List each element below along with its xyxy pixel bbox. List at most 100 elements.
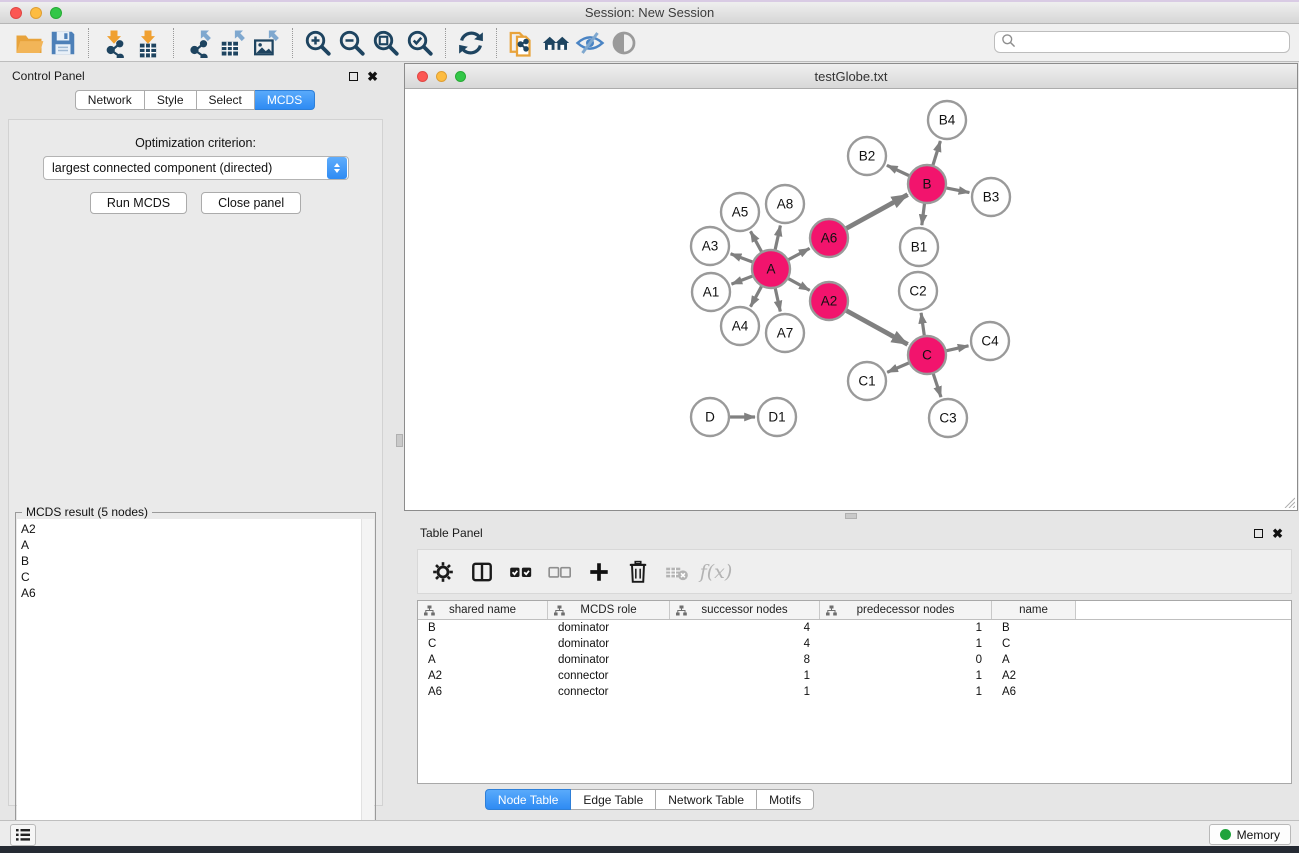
graph-node-D1[interactable]: D1: [758, 398, 796, 436]
tab-select[interactable]: Select: [197, 90, 255, 110]
graph-node-A5[interactable]: A5: [721, 193, 759, 231]
network-vertical-scroll-thumb[interactable]: [396, 434, 403, 447]
graph-node-A3[interactable]: A3: [691, 227, 729, 265]
save-session-icon[interactable]: [46, 27, 80, 59]
cell-shared-name[interactable]: A: [418, 654, 548, 666]
mcds-result-item[interactable]: A: [21, 537, 362, 553]
close-panel-icon[interactable]: ✖: [367, 72, 378, 81]
search-input[interactable]: [1016, 33, 1289, 51]
cell-predecessor-nodes[interactable]: 0: [820, 654, 992, 666]
task-list-button[interactable]: [10, 824, 36, 846]
graph-node-C2[interactable]: C2: [899, 272, 937, 310]
graph-node-A6[interactable]: A6: [810, 219, 848, 257]
hide-panels-icon[interactable]: [573, 27, 607, 59]
table-row[interactable]: Cdominator41C: [418, 636, 1291, 652]
cell-shared-name[interactable]: A6: [418, 686, 548, 698]
column-header-predecessor-nodes[interactable]: predecessor nodes: [820, 601, 992, 619]
export-image-icon[interactable]: [250, 27, 284, 59]
cell-successor-nodes[interactable]: 4: [670, 638, 820, 650]
graph-node-C4[interactable]: C4: [971, 322, 1009, 360]
copy-network-document-icon[interactable]: [505, 27, 539, 59]
mcds-result-item[interactable]: A6: [21, 585, 362, 601]
export-table-icon[interactable]: [216, 27, 250, 59]
tab-network[interactable]: Network: [75, 90, 145, 110]
cell-MCDS-role[interactable]: dominator: [548, 654, 670, 666]
home-network-icon[interactable]: [539, 27, 573, 59]
graph-node-C1[interactable]: C1: [848, 362, 886, 400]
mcds-result-item[interactable]: A2: [21, 521, 362, 537]
cell-MCDS-role[interactable]: dominator: [548, 622, 670, 634]
network-window-title-bar[interactable]: testGlobe.txt: [405, 64, 1297, 89]
tab-edge-table[interactable]: Edge Table: [571, 789, 656, 810]
search-box[interactable]: [994, 31, 1290, 53]
cell-name[interactable]: A6: [992, 686, 1076, 698]
network-horizontal-scroll-thumb[interactable]: [845, 513, 857, 519]
table-row[interactable]: Bdominator41B: [418, 620, 1291, 636]
zoom-fit-icon[interactable]: [369, 27, 403, 59]
cell-successor-nodes[interactable]: 8: [670, 654, 820, 666]
table-row[interactable]: Adominator80A: [418, 652, 1291, 668]
graph-node-A2[interactable]: A2: [810, 282, 848, 320]
cell-name[interactable]: A2: [992, 670, 1076, 682]
cell-MCDS-role[interactable]: dominator: [548, 638, 670, 650]
float-panel-icon[interactable]: [349, 72, 358, 81]
tab-motifs[interactable]: Motifs: [757, 789, 814, 810]
select-all-checkboxes-icon[interactable]: [506, 557, 536, 587]
add-column-icon[interactable]: [584, 557, 614, 587]
graph-node-B2[interactable]: B2: [848, 137, 886, 175]
column-header-successor-nodes[interactable]: successor nodes: [670, 601, 820, 619]
export-network-icon[interactable]: [182, 27, 216, 59]
refresh-icon[interactable]: [454, 27, 488, 59]
graph-node-B3[interactable]: B3: [972, 178, 1010, 216]
table-row[interactable]: A2connector11A2: [418, 668, 1291, 684]
cell-shared-name[interactable]: B: [418, 622, 548, 634]
graph-node-C[interactable]: C: [908, 336, 946, 374]
import-table-icon[interactable]: [131, 27, 165, 59]
cell-name[interactable]: A: [992, 654, 1076, 666]
open-folder-icon[interactable]: [12, 27, 46, 59]
column-header-MCDS-role[interactable]: MCDS role: [548, 601, 670, 619]
cell-predecessor-nodes[interactable]: 1: [820, 686, 992, 698]
deselect-checkboxes-icon[interactable]: [545, 557, 575, 587]
graph-node-D[interactable]: D: [691, 398, 729, 436]
show-eye-icon[interactable]: [607, 27, 641, 59]
graph-node-A7[interactable]: A7: [766, 314, 804, 352]
cell-shared-name[interactable]: A2: [418, 670, 548, 682]
graph-node-A[interactable]: A: [752, 250, 790, 288]
cell-shared-name[interactable]: C: [418, 638, 548, 650]
tab-style[interactable]: Style: [145, 90, 197, 110]
column-header-shared-name[interactable]: shared name: [418, 601, 548, 619]
settings-gear-icon[interactable]: [428, 557, 458, 587]
criterion-dropdown[interactable]: largest connected component (directed): [43, 156, 349, 180]
cell-predecessor-nodes[interactable]: 1: [820, 670, 992, 682]
network-graph-canvas[interactable]: AA1A2A3A4A5A6A7A8BB1B2B3B4CC1C2C3C4DD1: [405, 89, 1297, 510]
graph-node-A4[interactable]: A4: [721, 307, 759, 345]
split-columns-icon[interactable]: [467, 557, 497, 587]
mcds-result-item[interactable]: B: [21, 553, 362, 569]
tab-node-table[interactable]: Node Table: [485, 789, 572, 810]
cell-successor-nodes[interactable]: 1: [670, 686, 820, 698]
delete-column-trash-icon[interactable]: [623, 557, 653, 587]
close-panel-button[interactable]: Close panel: [201, 192, 301, 214]
graph-node-C3[interactable]: C3: [929, 399, 967, 437]
graph-node-A1[interactable]: A1: [692, 273, 730, 311]
cell-successor-nodes[interactable]: 1: [670, 670, 820, 682]
cell-name[interactable]: B: [992, 622, 1076, 634]
tab-network-table[interactable]: Network Table: [656, 789, 757, 810]
cell-predecessor-nodes[interactable]: 1: [820, 622, 992, 634]
mcds-result-item[interactable]: C: [21, 569, 362, 585]
close-table-panel-icon[interactable]: ✖: [1272, 529, 1283, 538]
zoom-out-icon[interactable]: [335, 27, 369, 59]
graph-node-B4[interactable]: B4: [928, 101, 966, 139]
graph-node-B[interactable]: B: [908, 165, 946, 203]
resize-grip-icon[interactable]: [1283, 496, 1295, 508]
cell-name[interactable]: C: [992, 638, 1076, 650]
cell-MCDS-role[interactable]: connector: [548, 670, 670, 682]
zoom-selected-icon[interactable]: [403, 27, 437, 59]
cell-successor-nodes[interactable]: 4: [670, 622, 820, 634]
run-mcds-button[interactable]: Run MCDS: [90, 192, 187, 214]
zoom-in-icon[interactable]: [301, 27, 335, 59]
import-network-icon[interactable]: [97, 27, 131, 59]
graph-node-B1[interactable]: B1: [900, 228, 938, 266]
column-header-name[interactable]: name: [992, 601, 1076, 619]
